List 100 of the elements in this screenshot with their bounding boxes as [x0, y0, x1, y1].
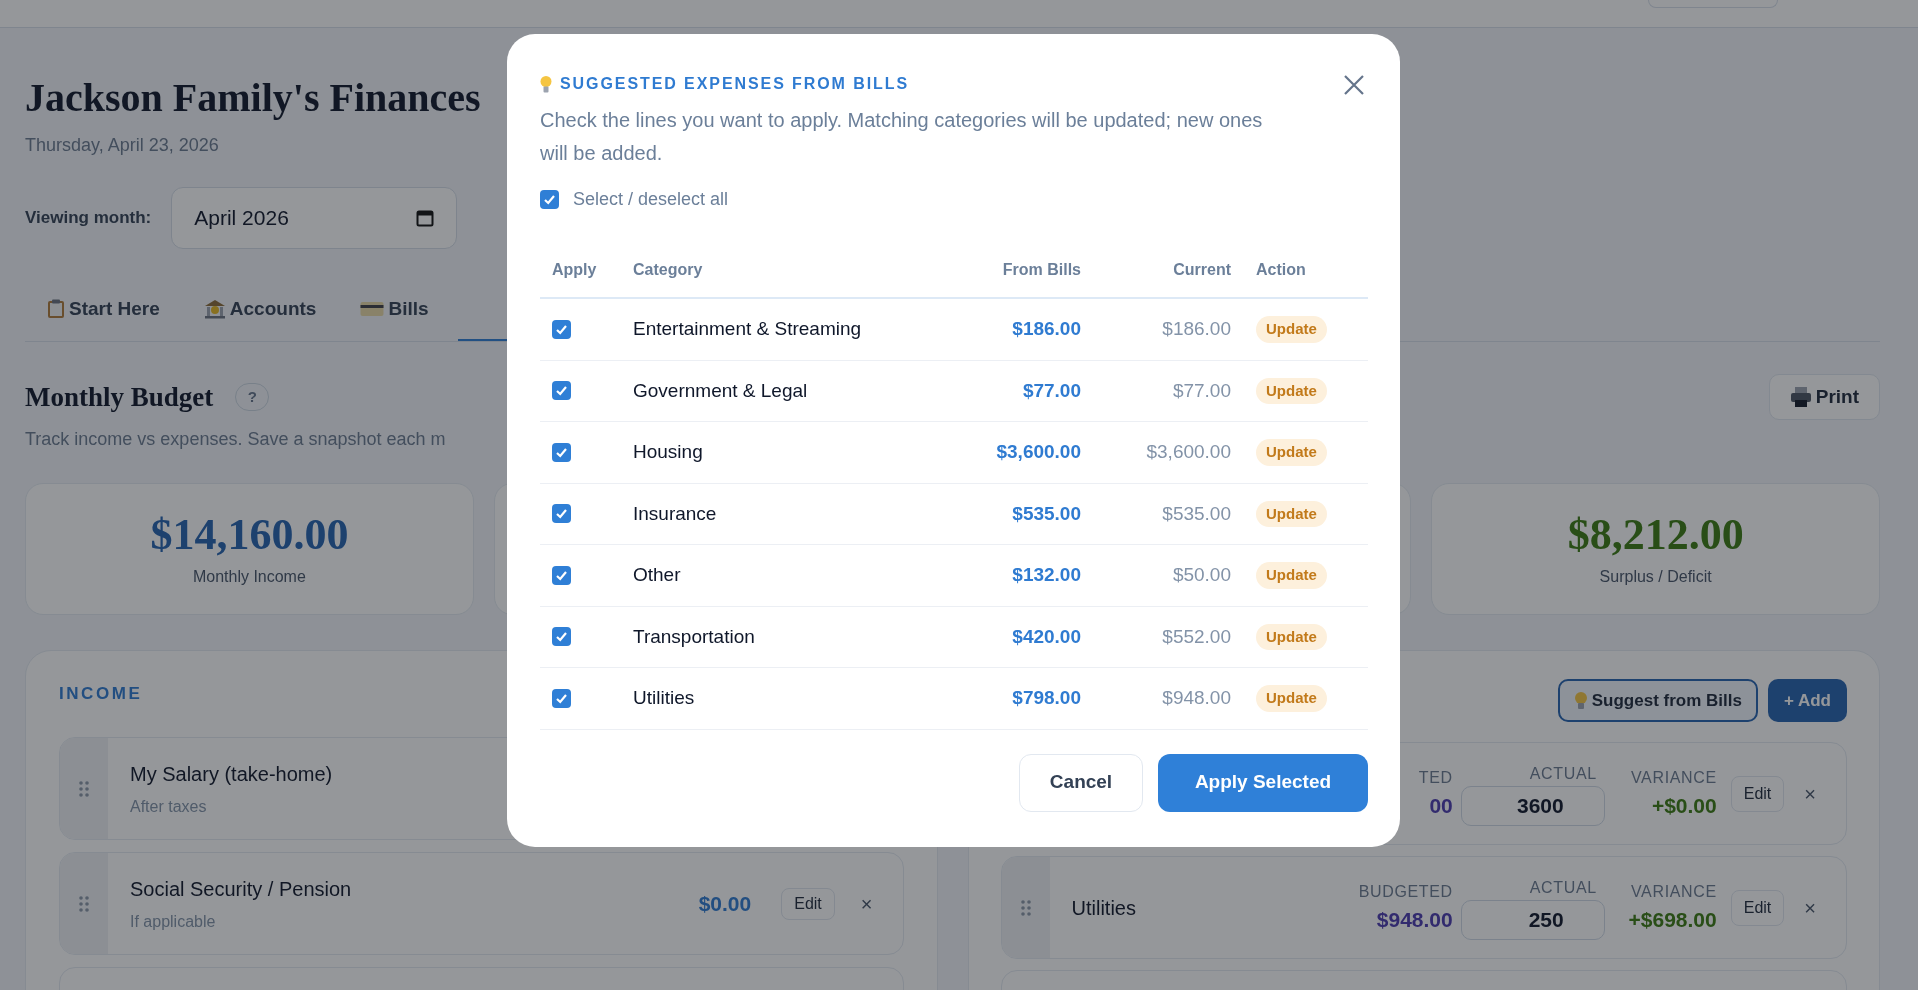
checkmark-icon [555, 630, 568, 644]
lightbulb-icon [1573, 690, 1588, 711]
stat-value: $8,212.00 [1567, 509, 1744, 561]
drag-handle-icon[interactable] [79, 780, 89, 797]
column-header: From Bills [1002, 260, 1081, 280]
tab[interactable]: Bills [338, 279, 459, 341]
checkbox[interactable] [552, 565, 571, 585]
current-cell-text: $50.00 [1172, 563, 1231, 587]
clipboard-icon [47, 299, 65, 319]
tab[interactable]: Accounts [181, 279, 339, 341]
cancel-button[interactable]: Cancel [1019, 753, 1143, 812]
checkbox[interactable] [552, 442, 571, 462]
drag-handle-icon[interactable] [79, 895, 89, 912]
apply-button[interactable]: Apply Selected [1158, 753, 1368, 812]
add-button[interactable]: + Add [1767, 679, 1847, 722]
stat-label: Surplus / Deficit [1599, 567, 1712, 587]
remove-button[interactable]: × [1804, 892, 1816, 923]
section-title: Monthly Budget [25, 380, 214, 414]
update-badge: Update [1256, 500, 1327, 527]
checkbox[interactable] [552, 319, 571, 339]
edit-button[interactable]: Edit [781, 887, 835, 920]
column-header: Category [633, 260, 704, 280]
close-icon[interactable] [1343, 74, 1365, 96]
page-title: Jackson Family's Finances [25, 76, 481, 120]
modal-title: SUGGESTED EXPENSES FROM BILLS [560, 74, 910, 94]
expense-name: Utilities [1071, 895, 1137, 921]
select-all-label[interactable]: Select / deselect all [573, 186, 729, 213]
from-bills-cell-text: $186.00 [1012, 317, 1081, 341]
from-bills-cell-text: $3,600.00 [996, 440, 1081, 464]
print-button[interactable]: Print [1768, 374, 1880, 420]
stat-value: $14,160.00 [150, 509, 349, 561]
category-cell-text: Utilities [633, 686, 696, 710]
income-amount: $0.00 [698, 890, 752, 917]
variance-amount: +$0.00 [1651, 792, 1717, 819]
actual-field[interactable]: 3600 [1460, 785, 1605, 826]
remove-button[interactable]: × [860, 888, 873, 919]
checkbox[interactable] [552, 688, 571, 708]
current-cell-text: $3,600.00 [1146, 440, 1231, 464]
update-badge: Update [1256, 377, 1327, 404]
current-cell-text: $552.00 [1162, 624, 1231, 649]
from-bills-cell-text: $798.00 [1012, 686, 1081, 710]
budgeted-amount: 00 [1429, 792, 1453, 819]
column-header: Apply [551, 260, 597, 280]
update-badge: Update [1256, 439, 1327, 466]
checkbox[interactable] [540, 190, 559, 209]
panel-title: INCOME [59, 683, 143, 705]
modal-description: Check the lines you want to apply. Matching categories will be updated; new ones will be added. [540, 108, 1264, 166]
from-bills-cell-text: $535.00 [1012, 501, 1081, 526]
printer-icon [1789, 386, 1812, 408]
calendar-icon[interactable] [416, 209, 435, 227]
month-label: Viewing month: [25, 207, 152, 230]
current-cell-text: $535.00 [1162, 501, 1231, 526]
bank-icon [203, 299, 226, 319]
income-name: My Salary (take-home) [130, 761, 334, 787]
update-badge: Update [1256, 623, 1327, 650]
credit-card-icon [360, 301, 385, 317]
budgeted-label: TED [1418, 767, 1453, 788]
checkbox[interactable] [552, 504, 571, 524]
income-note: If applicable [130, 911, 217, 932]
from-bills-cell-text: $77.00 [1022, 378, 1081, 403]
drag-handle-icon[interactable] [1020, 899, 1031, 916]
variance-amount: +$698.00 [1628, 906, 1717, 933]
edit-button[interactable]: Edit [1730, 775, 1785, 812]
actual-label: ACTUAL [1529, 763, 1597, 784]
category-cell-text: Housing [633, 440, 704, 464]
current-cell-text: $948.00 [1162, 686, 1231, 710]
stat-label: Monthly Income [192, 567, 306, 587]
lightbulb-icon [540, 74, 552, 94]
checkbox[interactable] [552, 627, 571, 647]
current-cell-text: $77.00 [1172, 378, 1231, 403]
checkmark-icon [555, 384, 568, 398]
column-header: Action [1255, 260, 1307, 280]
update-badge: Update [1256, 316, 1327, 343]
remove-button[interactable]: × [1804, 778, 1816, 809]
budgeted-amount: $948.00 [1376, 906, 1453, 933]
budgeted-label: BUDGETED [1358, 881, 1453, 902]
section-subtitle: Track income vs expenses. Save a snapshot each m [25, 428, 446, 451]
income-note: After taxes [130, 796, 208, 817]
tab[interactable]: Start Here [25, 279, 182, 341]
date-text: Thursday, April 23, 2026 [25, 134, 219, 157]
checkmark-icon [543, 193, 556, 206]
checkbox[interactable] [552, 381, 571, 401]
month-field[interactable]: April 2026 [171, 187, 458, 249]
current-cell-text: $186.00 [1162, 317, 1231, 341]
edit-button[interactable]: Edit [1730, 889, 1785, 926]
actual-label: ACTUAL [1529, 877, 1597, 898]
update-badge: Update [1256, 685, 1327, 712]
category-cell-text: Insurance [633, 501, 718, 526]
category-cell-text: Government & Legal [633, 378, 809, 403]
income-name: Social Security / Pension [130, 876, 353, 902]
category-cell-text: Other [633, 563, 682, 587]
actual-field[interactable]: 250 [1460, 899, 1605, 940]
checkmark-icon [555, 507, 568, 521]
variance-label: VARIANCE [1631, 881, 1717, 902]
from-bills-cell-text: $132.00 [1012, 563, 1081, 587]
update-badge: Update [1256, 562, 1327, 589]
suggest-button[interactable]: Suggest from Bills [1557, 679, 1758, 722]
category-cell-text: Entertainment & Streaming [633, 317, 863, 341]
from-bills-cell-text: $420.00 [1012, 624, 1081, 649]
category-cell-text: Transportation [633, 624, 756, 649]
